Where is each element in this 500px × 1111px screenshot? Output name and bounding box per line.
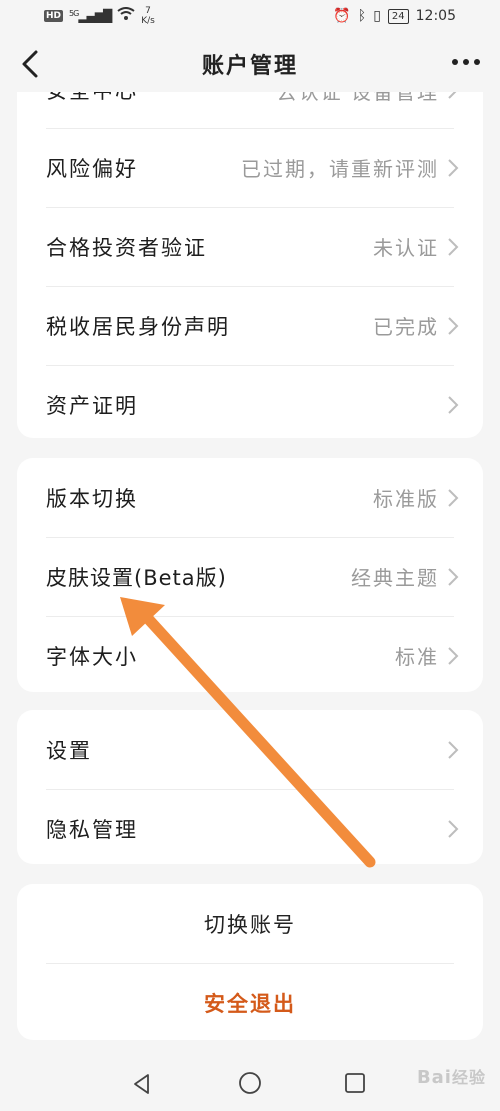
general-settings-group: 设置 隐私管理 xyxy=(17,710,483,864)
network-type: 5G xyxy=(69,9,79,18)
more-options-icon[interactable] xyxy=(450,56,482,68)
chevron-right-icon xyxy=(448,395,459,414)
speed-unit: K/s xyxy=(141,16,155,26)
vibrate-icon: ▯ xyxy=(373,8,381,24)
nav-home-icon[interactable] xyxy=(238,1071,262,1095)
watermark-brand: Bai xyxy=(416,1067,452,1088)
row-value: 去认证 设备管理 xyxy=(277,92,439,105)
row-label: 设置 xyxy=(46,738,92,763)
list-item-partial[interactable]: 安全中心 去认证 设备管理 xyxy=(17,92,483,128)
nav-recent-apps-icon[interactable] xyxy=(344,1072,366,1094)
list-item-skin-settings[interactable]: 皮肤设置(Beta版) 经典主题 xyxy=(17,537,483,616)
title-bar: 账户管理 xyxy=(0,36,500,92)
list-item-asset-proof[interactable]: 资产证明 xyxy=(17,365,483,438)
row-value: 标准 xyxy=(395,645,439,669)
row-label: 安全中心 xyxy=(46,92,277,105)
page-title: 账户管理 xyxy=(201,54,298,79)
row-value: 未认证 xyxy=(373,236,439,260)
network-speed: 7 K/s xyxy=(141,6,155,26)
row-value: 经典主题 xyxy=(351,566,439,590)
list-item-settings[interactable]: 设置 xyxy=(17,710,483,789)
row-label: 税收居民身份声明 xyxy=(46,314,230,339)
list-item-version-switch[interactable]: 版本切换 标准版 xyxy=(17,458,483,537)
logout-label: 安全退出 xyxy=(204,991,296,1016)
speed-value: 7 xyxy=(145,6,151,16)
watermark: Bai经验 xyxy=(417,1064,486,1088)
switch-account-label: 切换账号 xyxy=(204,912,296,937)
list-item-tax-residency[interactable]: 税收居民身份声明 已完成 xyxy=(17,286,483,365)
row-label: 合格投资者验证 xyxy=(46,235,207,260)
clock: 12:05 xyxy=(415,8,456,24)
watermark-suffix: 经验 xyxy=(451,1068,486,1087)
status-bar: HD 5G▂▄▆█ 7 K/s ⏰ ᛒ ▯ 24 12:05 xyxy=(0,0,500,36)
logout-button[interactable]: 安全退出 xyxy=(17,963,483,1040)
list-item-qualified-investor[interactable]: 合格投资者验证 未认证 xyxy=(17,207,483,286)
switch-account-button[interactable]: 切换账号 xyxy=(17,884,483,963)
chevron-right-icon xyxy=(448,158,459,177)
chevron-right-icon xyxy=(448,92,457,99)
row-label: 版本切换 xyxy=(46,486,138,511)
cellular-signal-icon: 5G▂▄▆█ xyxy=(69,9,112,23)
row-label: 字体大小 xyxy=(46,644,138,669)
chevron-right-icon xyxy=(448,237,459,256)
chevron-right-icon xyxy=(448,488,459,507)
chevron-right-icon xyxy=(448,646,459,665)
list-item-font-size[interactable]: 字体大小 标准 xyxy=(17,616,483,692)
row-label: 皮肤设置(Beta版) xyxy=(46,565,227,590)
account-info-group: 安全中心 去认证 设备管理 风险偏好 已过期，请重新评测 合格投资者验证 未认证… xyxy=(17,92,483,438)
chevron-right-icon xyxy=(448,819,459,838)
row-value: 已完成 xyxy=(373,315,439,339)
nav-back-icon[interactable] xyxy=(130,1072,154,1096)
row-value: 已过期，请重新评测 xyxy=(241,157,439,181)
chevron-right-icon xyxy=(448,316,459,335)
battery-icon: 24 xyxy=(387,8,409,24)
bluetooth-icon: ᛒ xyxy=(357,8,367,24)
hd-badge: HD xyxy=(44,10,64,22)
wifi-icon xyxy=(117,7,135,25)
chevron-right-icon xyxy=(448,740,459,759)
chevron-right-icon xyxy=(448,567,459,586)
alarm-icon: ⏰ xyxy=(333,8,351,24)
display-settings-group: 版本切换 标准版 皮肤设置(Beta版) 经典主题 字体大小 标准 xyxy=(17,458,483,692)
list-item-risk-preference[interactable]: 风险偏好 已过期，请重新评测 xyxy=(17,128,483,207)
list-item-privacy[interactable]: 隐私管理 xyxy=(17,789,483,864)
row-value: 标准版 xyxy=(373,487,439,511)
row-label: 隐私管理 xyxy=(46,817,138,842)
row-label: 风险偏好 xyxy=(46,156,138,181)
account-actions-group: 切换账号 安全退出 xyxy=(17,884,483,1040)
row-label: 资产证明 xyxy=(46,393,138,418)
